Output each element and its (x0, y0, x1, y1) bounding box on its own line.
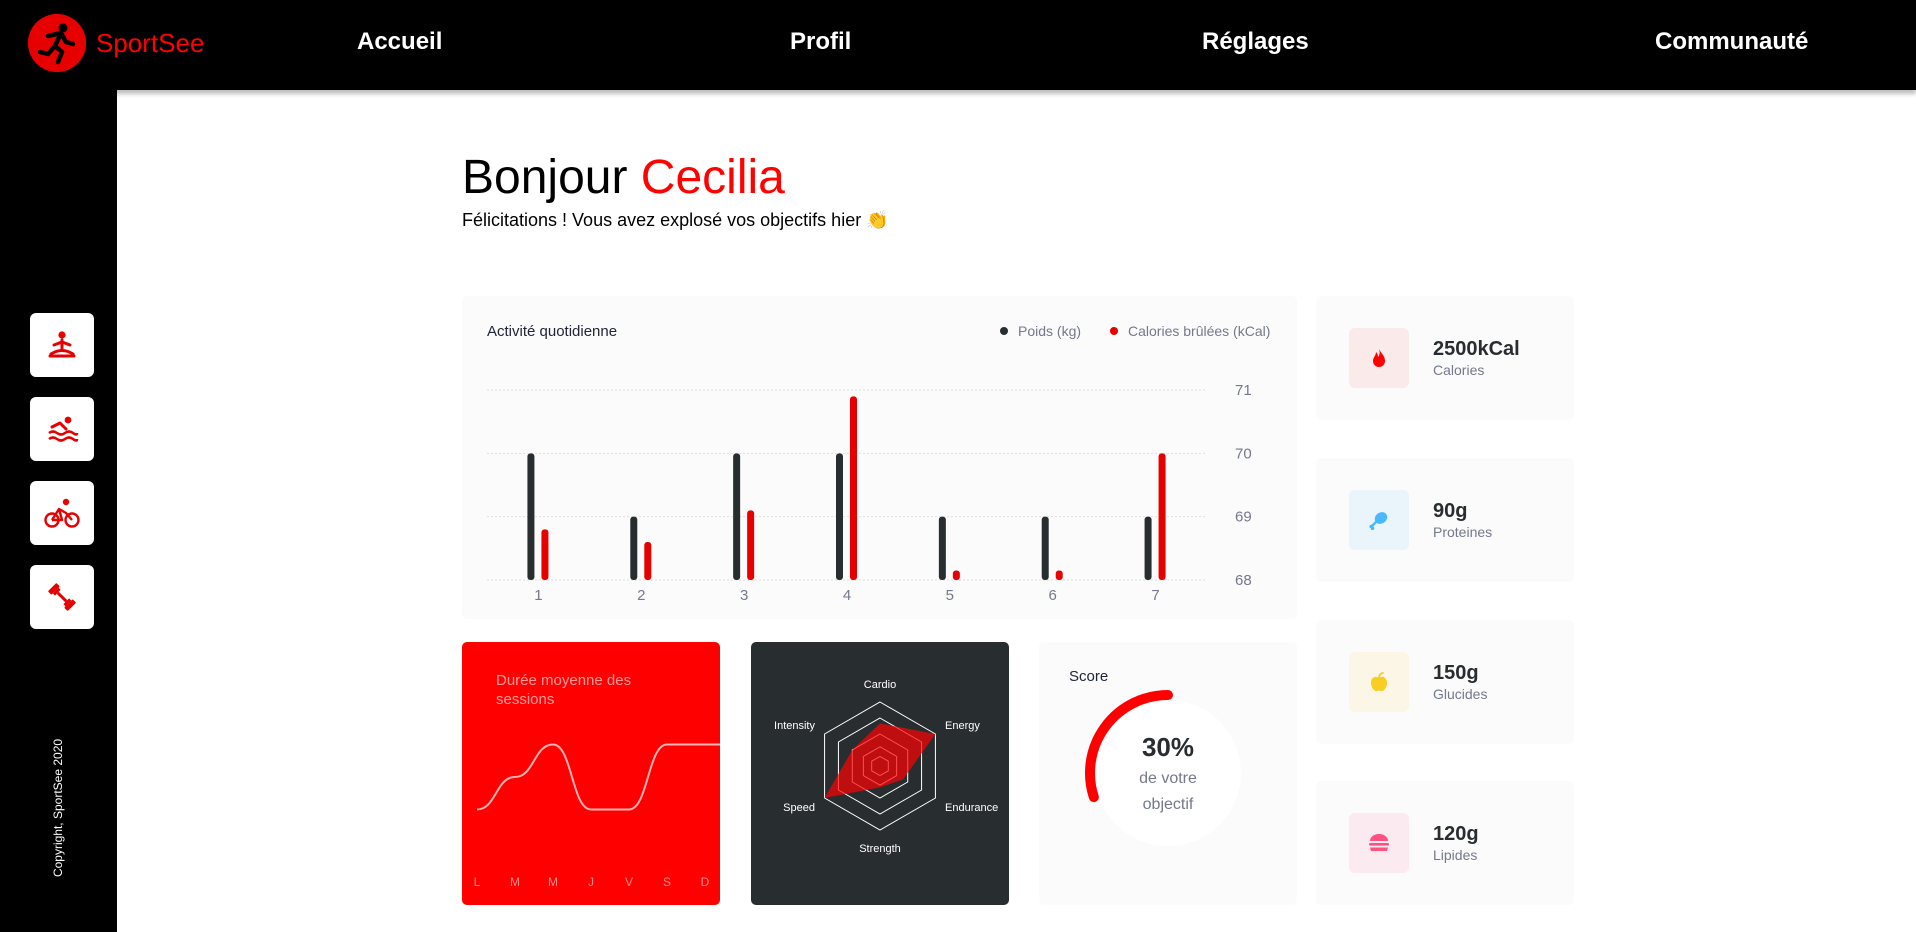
apple-icon (1371, 672, 1387, 692)
day-label: J (588, 875, 594, 889)
key-data-carbs: 150g Glucides (1316, 620, 1574, 744)
calories-bar (1158, 453, 1166, 580)
cycling-icon (44, 498, 80, 528)
nav-communaute[interactable]: Communauté (1655, 28, 1808, 56)
top-navbar: SportSee Accueil Profil Réglages Communa… (0, 0, 1916, 90)
radar-axis-label: Endurance (945, 802, 998, 814)
sidebar-swimming-button[interactable] (30, 397, 94, 461)
proteins-value: 90g (1433, 500, 1468, 522)
score-caption-line1: de votre (1139, 770, 1197, 787)
brand-name: SportSee (96, 27, 205, 58)
score-value: 30% (1141, 732, 1195, 762)
calories-bar (850, 396, 857, 580)
radar-axis-label: Strength (859, 843, 901, 855)
swimming-icon (48, 416, 79, 442)
calories-bar (541, 529, 549, 580)
average-sessions-line-chart: LMMJVSD (474, 743, 720, 889)
day-label: L (474, 875, 481, 889)
nav-profil[interactable]: Profil (790, 28, 851, 56)
performance-radar-chart: Cardio Energy Endurance Strength Speed Intens… (774, 679, 998, 855)
weight-bar (1041, 516, 1049, 580)
chicken-icon (1369, 512, 1388, 530)
left-sidebar: Copyright, SportSee 2020 (0, 90, 117, 932)
key-data-proteins: 90g Proteines (1316, 458, 1574, 582)
carbs-icon-box (1349, 652, 1409, 712)
y-tick-label: 68 (1235, 572, 1252, 589)
x-tick-label: 6 (1049, 587, 1057, 604)
greeting-hello: Bonjour (462, 151, 628, 204)
calories-value: 2500kCal (1433, 338, 1520, 360)
weight-bar (527, 453, 535, 580)
copyright-text: Copyright, SportSee 2020 (51, 738, 65, 878)
carbs-label: Glucides (1433, 686, 1488, 702)
sidebar-yoga-button[interactable] (30, 313, 94, 377)
weight-bar (733, 453, 741, 580)
score-caption-line2: objectif (1142, 796, 1194, 813)
y-tick-label: 71 (1235, 382, 1252, 399)
daily-activity-card: Activité quotidienne Poids (kg) Calories… (462, 296, 1297, 619)
day-label: V (625, 875, 633, 889)
x-tick-label: 3 (740, 587, 748, 604)
x-tick-label: 7 (1151, 587, 1159, 604)
radar-axis-label: Intensity (774, 720, 815, 732)
x-tick-label: 5 (946, 587, 954, 604)
calories-icon-box (1349, 328, 1409, 388)
lipids-value: 120g (1433, 823, 1479, 845)
weight-bar (938, 516, 946, 580)
day-label: M (548, 875, 558, 889)
page-title: Bonjour Cecilia (462, 150, 785, 205)
radar-axis-label: Energy (945, 720, 980, 732)
fire-icon (1373, 348, 1385, 367)
lipids-icon-box (1349, 813, 1409, 873)
calories-bar (747, 510, 755, 580)
nav-reglages[interactable]: Réglages (1202, 28, 1309, 56)
user-first-name: Cecilia (640, 151, 785, 204)
key-data-lipids: 120g Lipides (1316, 781, 1574, 905)
weight-bar (1144, 516, 1152, 580)
calories-bar (1055, 570, 1063, 580)
radar-axis-label: Speed (783, 802, 815, 814)
calories-label: Calories (1433, 362, 1485, 378)
weight-bar (836, 453, 843, 580)
radar-axis-label: Cardio (864, 679, 896, 691)
brand-logo[interactable]: SportSee (28, 14, 204, 72)
day-label: S (663, 875, 671, 889)
activity-bar-chart: 68 69 70 71 1 2 3 4 5 6 7 (487, 382, 1252, 604)
sidebar-cycling-button[interactable] (30, 481, 94, 545)
sidebar-dumbbell-button[interactable] (30, 565, 94, 629)
proteins-icon-box (1349, 490, 1409, 550)
score-caption: de votre objectif (1039, 766, 1297, 818)
burger-icon (1369, 834, 1389, 851)
calories-bar (952, 570, 960, 580)
radar-data-area (824, 723, 936, 798)
performance-card: Cardio Energy Endurance Strength Speed Intens… (751, 642, 1009, 905)
sessions-line (476, 743, 720, 811)
y-tick-label: 70 (1235, 445, 1252, 462)
average-sessions-card: Durée moyenne des sessions LMMJVSD (462, 642, 720, 905)
proteins-label: Proteines (1433, 524, 1493, 540)
dumbbell-icon (48, 583, 76, 611)
weight-bar (630, 516, 638, 580)
day-label: D (701, 875, 710, 889)
score-card: Score 30% de votre objectif (1039, 642, 1297, 905)
calories-bar (644, 542, 652, 580)
nav-accueil[interactable]: Accueil (357, 28, 442, 56)
x-tick-label: 4 (843, 587, 851, 604)
key-data-calories: 2500kCal Calories (1316, 296, 1574, 420)
runner-logo-icon (28, 14, 86, 72)
x-tick-label: 2 (637, 587, 645, 604)
day-label: M (510, 875, 520, 889)
y-tick-label: 69 (1235, 509, 1252, 526)
lipids-label: Lipides (1433, 847, 1478, 863)
yoga-icon (48, 331, 76, 358)
x-tick-label: 1 (534, 587, 542, 604)
carbs-value: 150g (1433, 662, 1479, 684)
greeting-message: Félicitations ! Vous avez explosé vos ob… (462, 210, 889, 230)
